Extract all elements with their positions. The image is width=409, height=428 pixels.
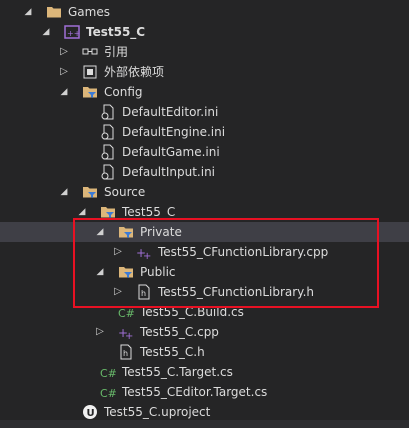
tree-item-label: Test55_C.Target.cs — [122, 365, 233, 379]
tree-item-label: 引用 — [104, 45, 129, 59]
svg-text:++: ++ — [67, 29, 80, 38]
tree-item-label: DefaultInput.ini — [122, 165, 216, 179]
bottom-edge — [0, 420, 409, 428]
external-dependencies-icon — [83, 65, 97, 79]
tree-item-label: Test55_C.h — [140, 345, 205, 359]
tree-item-references[interactable]: ▷ 引用 — [0, 42, 409, 62]
svg-text:C#: C# — [100, 367, 116, 380]
tree-item-label: Test55_C — [86, 25, 146, 39]
filter-folder-icon — [83, 187, 97, 198]
references-icon — [82, 48, 98, 55]
tree-item-label: Source — [104, 185, 146, 199]
tree-item-label: DefaultEditor.ini — [122, 105, 219, 119]
tree-item-label: DefaultGame.ini — [122, 145, 220, 159]
collapsed-arrow-icon[interactable]: ▷ — [58, 42, 70, 62]
highlight-box — [73, 218, 379, 308]
filter-folder-icon — [83, 87, 97, 98]
collapsed-arrow-icon[interactable]: ▷ — [94, 322, 106, 342]
collapsed-arrow-icon[interactable]: ▷ — [58, 62, 70, 82]
folder-icon — [47, 7, 61, 18]
ini-file-icon — [101, 164, 114, 180]
svg-text:+: + — [125, 331, 133, 340]
tree-item-config-file[interactable]: DefaultInput.ini — [0, 162, 409, 182]
csharp-file-icon: C# — [100, 367, 116, 380]
ini-file-icon — [101, 144, 114, 160]
csharp-file-icon: C# — [100, 387, 116, 400]
tree-item-label: Config — [104, 85, 143, 99]
tree-item-label: Test55_C.cpp — [140, 325, 219, 339]
tree-item-config[interactable]: ◢ Config — [0, 82, 409, 102]
tree-item-label: Games — [68, 5, 110, 19]
tree-item-editor-target-cs[interactable]: C# Test55_CEditor.Target.cs — [0, 382, 409, 402]
tree-item-source[interactable]: ◢ Source — [0, 182, 409, 202]
tree-item-config-file[interactable]: DefaultGame.ini — [0, 142, 409, 162]
tree-item-module-cpp[interactable]: ▷ + + Test55_C.cpp — [0, 322, 409, 342]
tree-item-label: Test55_C.uproject — [104, 405, 211, 419]
tree-item-label: Test55_CEditor.Target.cs — [122, 385, 268, 399]
solution-explorer-tree: ◢ Games ◢ ++ Test55_C ▷ 引用 ▷ 外部依赖项 ◢ Con… — [0, 0, 409, 428]
tree-item-label: DefaultEngine.ini — [122, 125, 226, 139]
header-file-icon: h — [120, 344, 132, 360]
cpp-project-icon: ++ — [64, 25, 80, 39]
tree-item-target-cs[interactable]: C# Test55_C.Target.cs — [0, 362, 409, 382]
expanded-arrow-icon[interactable]: ◢ — [58, 182, 70, 202]
tree-item-module-h[interactable]: h Test55_C.h — [0, 342, 409, 362]
svg-text:h: h — [123, 349, 128, 358]
tree-item-label: 外部依赖项 — [104, 65, 165, 79]
unreal-logo-icon: U — [83, 405, 97, 419]
expanded-arrow-icon[interactable]: ◢ — [40, 22, 52, 42]
ini-file-icon — [101, 104, 114, 120]
tree-item-config-file[interactable]: DefaultEditor.ini — [0, 102, 409, 122]
expanded-arrow-icon[interactable]: ◢ — [22, 2, 34, 22]
tree-item-project[interactable]: ◢ ++ Test55_C — [0, 22, 409, 42]
svg-text:C#: C# — [100, 387, 116, 400]
tree-item-config-file[interactable]: DefaultEngine.ini — [0, 122, 409, 142]
tree-item-uproject[interactable]: U Test55_C.uproject — [0, 402, 409, 422]
expanded-arrow-icon[interactable]: ◢ — [58, 82, 70, 102]
tree-item-games[interactable]: ◢ Games — [0, 2, 409, 22]
ini-file-icon — [101, 124, 114, 140]
svg-text:U: U — [87, 408, 95, 419]
svg-text:C#: C# — [118, 307, 134, 320]
cpp-file-icon: ++ — [118, 326, 133, 340]
tree-item-external-dependencies[interactable]: ▷ 外部依赖项 — [0, 62, 409, 82]
